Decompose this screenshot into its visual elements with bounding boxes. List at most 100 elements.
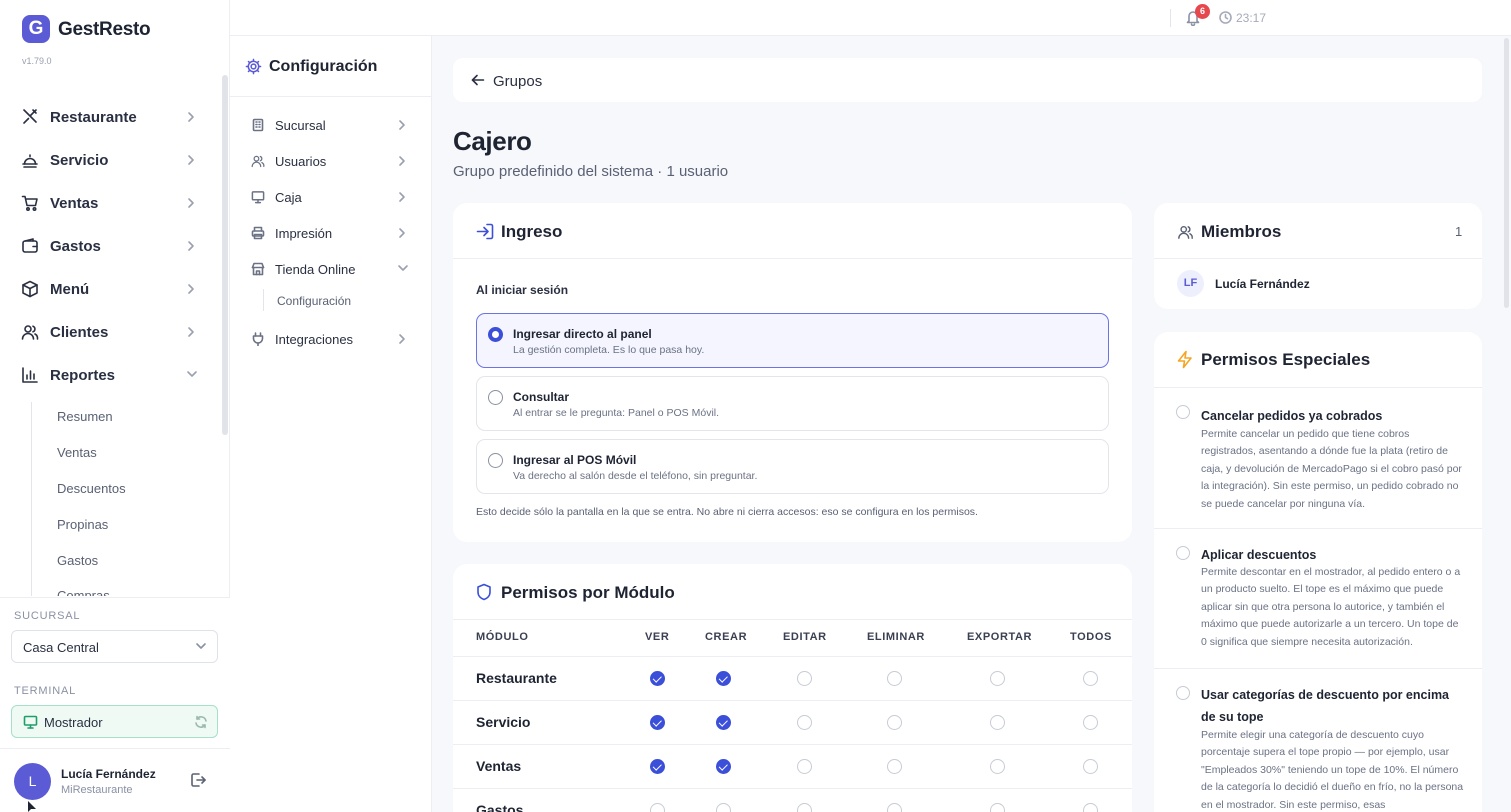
divider [453, 258, 1132, 259]
logout-icon[interactable] [189, 771, 207, 789]
option-consultar[interactable]: Consultar Al entrar se le pregunta: Pane… [476, 376, 1109, 431]
radio-selected[interactable] [488, 327, 503, 342]
member-avatar: LF [1177, 270, 1204, 297]
permission-checkbox[interactable] [990, 715, 1005, 730]
permission-checkbox[interactable] [1083, 671, 1098, 686]
permission-checkbox[interactable] [990, 671, 1005, 686]
config-item-impresion[interactable]: Impresión [230, 218, 420, 248]
nav-item-gastos[interactable]: Gastos [0, 226, 215, 266]
permission-checkbox[interactable] [1083, 715, 1098, 730]
radio[interactable] [488, 453, 503, 468]
sucursal-select[interactable]: Casa Central [11, 630, 218, 663]
store-icon [251, 262, 265, 276]
table-row: Restaurante [453, 656, 1132, 700]
permission-checkbox[interactable] [650, 803, 665, 812]
special-permission-item: Aplicar descuentos Permite descontar en … [1154, 528, 1482, 668]
top-bar [230, 0, 1511, 36]
option-title: Consultar [513, 390, 570, 404]
subnav-item-gastos[interactable]: Gastos [57, 553, 98, 568]
chevron-right-icon [399, 334, 405, 344]
option-description: Al entrar se le pregunta: Panel o POS Mó… [513, 407, 720, 419]
nav-item-label: Restaurante [50, 109, 137, 126]
breadcrumb-label[interactable]: Grupos [493, 73, 542, 90]
permisos-modulo-card: Permisos por Módulo MÓDULO VER CREAR EDI… [453, 564, 1132, 812]
refresh-icon[interactable] [194, 715, 208, 729]
nav-item-reportes[interactable]: Reportes [0, 355, 215, 395]
config-item-integraciones[interactable]: Integraciones [230, 324, 420, 354]
permission-checkbox-checked[interactable] [650, 671, 665, 686]
nav-item-label: Reportes [50, 367, 116, 384]
table-row: Ventas [453, 744, 1132, 788]
miembros-count: 1 [1455, 224, 1463, 239]
member-name[interactable]: Lucía Fernández [1215, 277, 1310, 291]
permission-checkbox[interactable] [887, 803, 902, 812]
nav-item-clientes[interactable]: Clientes [0, 312, 215, 352]
subnav-item-ventas[interactable]: Ventas [57, 445, 97, 460]
permission-checkbox[interactable] [1176, 546, 1190, 560]
chevron-right-icon [188, 198, 194, 208]
config-item-label: Tienda Online [275, 262, 356, 277]
chevron-down-icon [196, 643, 206, 649]
permission-checkbox[interactable] [797, 715, 812, 730]
option-directo-panel[interactable]: Ingresar directo al panel La gestión com… [476, 313, 1109, 368]
nav-item-restaurante[interactable]: Restaurante [0, 97, 215, 137]
main-scrollbar[interactable] [1504, 38, 1509, 308]
permission-checkbox-checked[interactable] [650, 715, 665, 730]
subnav-item-compras[interactable]: Compras [57, 588, 110, 596]
nav-item-label: Ventas [50, 195, 99, 212]
permission-checkbox[interactable] [797, 803, 812, 812]
permission-checkbox-checked[interactable] [650, 759, 665, 774]
permission-checkbox[interactable] [887, 715, 902, 730]
module-name: Restaurante [476, 670, 557, 686]
permission-checkbox[interactable] [887, 759, 902, 774]
sidebar-scrollbar[interactable] [222, 75, 228, 435]
permission-checkbox[interactable] [797, 759, 812, 774]
config-item-caja[interactable]: Caja [230, 182, 420, 212]
config-item-label: Sucursal [275, 118, 326, 133]
sucursal-value: Casa Central [23, 640, 99, 655]
clock-icon [1219, 11, 1232, 24]
subnav-item-resumen[interactable]: Resumen [57, 409, 113, 424]
utensils-icon [23, 109, 37, 124]
divider [0, 748, 230, 749]
permission-checkbox[interactable] [887, 671, 902, 686]
breadcrumb[interactable]: Grupos [453, 58, 1482, 102]
column-header: ELIMINAR [867, 631, 925, 643]
terminal-select[interactable]: Mostrador [11, 705, 218, 738]
nav-item-label: Menú [50, 281, 90, 298]
permission-checkbox-checked[interactable] [716, 759, 731, 774]
app-name: GestResto [58, 19, 151, 40]
permission-checkbox[interactable] [716, 803, 731, 812]
config-subitem-configuracion[interactable]: Configuración [277, 294, 351, 308]
table-row: Gastos [453, 788, 1132, 812]
subnav-item-descuentos[interactable]: Descuentos [57, 481, 126, 496]
permission-checkbox[interactable] [990, 759, 1005, 774]
config-item-tienda-online[interactable]: Tienda Online [230, 254, 420, 284]
subnav-item-propinas[interactable]: Propinas [57, 517, 108, 532]
nav-item-servicio[interactable]: Servicio [0, 140, 215, 180]
module-name: Gastos [476, 802, 524, 812]
permisos-especiales-card: Permisos Especiales Cancelar pedidos ya … [1154, 332, 1482, 812]
monitor-icon [23, 715, 38, 729]
permission-checkbox[interactable] [1083, 759, 1098, 774]
permission-checkbox[interactable] [797, 671, 812, 686]
divider [1154, 258, 1482, 259]
radio[interactable] [488, 390, 503, 405]
nav-item-menu[interactable]: Menú [0, 269, 215, 309]
permission-checkbox[interactable] [990, 803, 1005, 812]
ingreso-note: Esto decide sólo la pantalla en la que s… [476, 506, 978, 518]
permission-checkbox-checked[interactable] [716, 715, 731, 730]
config-item-usuarios[interactable]: Usuarios [230, 146, 420, 176]
arrow-left-icon[interactable] [471, 73, 485, 87]
permission-checkbox[interactable] [1176, 686, 1190, 700]
nav-item-ventas[interactable]: Ventas [0, 183, 215, 223]
miembros-title: Miembros [1201, 222, 1282, 241]
permission-checkbox[interactable] [1083, 803, 1098, 812]
option-pos-movil[interactable]: Ingresar al POS Móvil Va derecho al saló… [476, 439, 1109, 494]
permission-checkbox-checked[interactable] [716, 671, 731, 686]
chevron-right-icon [399, 192, 405, 202]
sucursal-caption: SUCURSAL [14, 610, 81, 622]
avatar[interactable]: L [14, 763, 51, 800]
permission-checkbox[interactable] [1176, 405, 1190, 419]
config-item-sucursal[interactable]: Sucursal [230, 110, 420, 140]
